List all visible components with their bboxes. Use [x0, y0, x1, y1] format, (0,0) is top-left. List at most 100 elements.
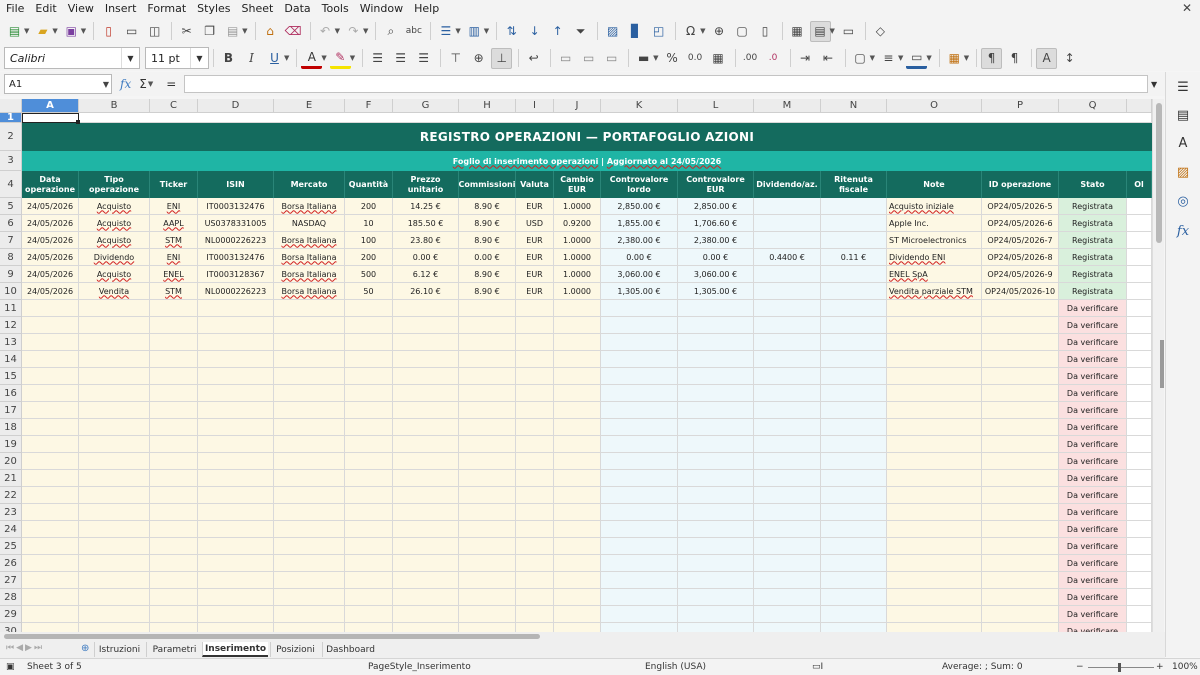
functions-icon[interactable]: fx	[1174, 222, 1192, 240]
table-cell[interactable]	[754, 436, 821, 453]
row-header-11[interactable]: 11	[0, 300, 22, 317]
table-cell[interactable]	[393, 606, 459, 623]
table-cell[interactable]	[393, 419, 459, 436]
table-cell[interactable]: Da verificare	[1059, 300, 1127, 317]
table-cell[interactable]	[79, 623, 150, 632]
table-cell[interactable]	[887, 453, 982, 470]
sort-icon[interactable]: ⇅	[501, 21, 522, 42]
table-cell[interactable]	[393, 623, 459, 632]
table-cell[interactable]	[554, 351, 601, 368]
sum-icon[interactable]: Σ	[139, 77, 147, 91]
table-cell[interactable]	[821, 266, 887, 283]
table-cell[interactable]	[821, 555, 887, 572]
table-cell[interactable]	[601, 453, 678, 470]
column-header-d[interactable]: D	[198, 99, 274, 113]
menu-edit[interactable]: Edit	[35, 2, 56, 15]
row-header-1[interactable]: 1	[0, 112, 22, 123]
table-cell[interactable]	[274, 470, 345, 487]
print-icon[interactable]: ▭	[121, 21, 142, 42]
table-cell[interactable]	[887, 606, 982, 623]
table-cell[interactable]	[982, 402, 1059, 419]
row-header-7[interactable]: 7	[0, 232, 22, 249]
table-cell[interactable]: Da verificare	[1059, 368, 1127, 385]
table-cell[interactable]	[754, 368, 821, 385]
table-cell[interactable]	[1127, 487, 1152, 504]
table-cell[interactable]	[982, 504, 1059, 521]
table-cell[interactable]	[345, 555, 393, 572]
table-cell[interactable]: Registrata	[1059, 215, 1127, 232]
table-cell[interactable]	[393, 538, 459, 555]
table-cell[interactable]: Da verificare	[1059, 317, 1127, 334]
autofilter-icon[interactable]: ⏷	[570, 21, 591, 42]
column-header-c[interactable]: C	[150, 99, 198, 113]
table-cell[interactable]	[887, 589, 982, 606]
table-cell[interactable]: OP24/05/2026-8	[982, 249, 1059, 266]
table-cell[interactable]: 14.25 €	[393, 198, 459, 215]
table-cell[interactable]: Da verificare	[1059, 538, 1127, 555]
column-heading[interactable]: ID operazione	[982, 171, 1059, 198]
row-header-23[interactable]: 23	[0, 504, 22, 521]
table-cell[interactable]	[1127, 215, 1152, 232]
tab-posizioni[interactable]: Posizioni	[270, 642, 320, 657]
font-size-box[interactable]: 11 pt ▼	[145, 47, 209, 69]
table-cell[interactable]	[150, 300, 198, 317]
table-cell[interactable]	[1127, 385, 1152, 402]
table-cell[interactable]	[982, 555, 1059, 572]
table-cell[interactable]	[150, 368, 198, 385]
table-cell[interactable]	[274, 453, 345, 470]
table-cell[interactable]	[79, 385, 150, 402]
row-header-14[interactable]: 14	[0, 351, 22, 368]
table-cell[interactable]: ST Microelectronics	[887, 232, 982, 249]
table-cell[interactable]	[821, 453, 887, 470]
table-cell[interactable]	[198, 504, 274, 521]
table-cell[interactable]	[887, 334, 982, 351]
row-header-19[interactable]: 19	[0, 436, 22, 453]
table-cell[interactable]	[678, 300, 754, 317]
table-cell[interactable]	[821, 623, 887, 632]
table-cell[interactable]: 24/05/2026	[22, 249, 79, 266]
table-cell[interactable]	[554, 419, 601, 436]
table-cell[interactable]	[982, 385, 1059, 402]
table-cell[interactable]	[516, 351, 554, 368]
table-cell[interactable]	[678, 538, 754, 555]
table-cell[interactable]	[601, 606, 678, 623]
table-cell[interactable]	[198, 487, 274, 504]
table-cell[interactable]	[554, 317, 601, 334]
table-cell[interactable]	[459, 521, 516, 538]
document-modified-icon[interactable]: ▣	[6, 662, 15, 672]
table-cell[interactable]	[887, 572, 982, 589]
table-cell[interactable]	[754, 606, 821, 623]
table-cell[interactable]	[754, 470, 821, 487]
table-cell[interactable]	[79, 317, 150, 334]
table-cell[interactable]	[982, 300, 1059, 317]
table-cell[interactable]	[459, 351, 516, 368]
find-replace-icon[interactable]: ⌕	[380, 21, 401, 42]
menu-view[interactable]: View	[68, 2, 94, 15]
table-cell[interactable]	[754, 572, 821, 589]
date-format-icon[interactable]: ▦	[708, 48, 729, 69]
table-cell[interactable]	[274, 538, 345, 555]
table-cell[interactable]	[601, 555, 678, 572]
column-header-p[interactable]: P	[982, 99, 1059, 113]
table-cell[interactable]: NL0000226223	[198, 283, 274, 300]
table-cell[interactable]	[678, 606, 754, 623]
table-cell[interactable]: Registrata	[1059, 232, 1127, 249]
table-cell[interactable]: 100	[345, 232, 393, 249]
table-cell[interactable]	[459, 589, 516, 606]
table-cell[interactable]	[601, 351, 678, 368]
table-cell[interactable]: Da verificare	[1059, 589, 1127, 606]
row-header-27[interactable]: 27	[0, 572, 22, 589]
table-cell[interactable]	[459, 538, 516, 555]
table-cell[interactable]	[345, 538, 393, 555]
language[interactable]: English (USA)	[645, 662, 706, 672]
special-character-icon[interactable]: Ω	[680, 21, 701, 42]
table-cell[interactable]: Registrata	[1059, 283, 1127, 300]
export-pdf-icon[interactable]: ▯	[98, 21, 119, 42]
table-cell[interactable]: 1.0000	[554, 283, 601, 300]
table-cell[interactable]	[393, 555, 459, 572]
number-format-icon[interactable]: 0.0	[685, 48, 706, 69]
table-cell[interactable]	[1127, 623, 1152, 632]
spreadsheet-grid[interactable]: A B C D E F G H I J K L M N O P Q 1 2 3 4 5 6 7 8 9 10 11 12 13 14 15 16…	[0, 99, 1152, 632]
border-color-icon[interactable]: ▭	[906, 48, 928, 69]
table-cell[interactable]	[821, 300, 887, 317]
